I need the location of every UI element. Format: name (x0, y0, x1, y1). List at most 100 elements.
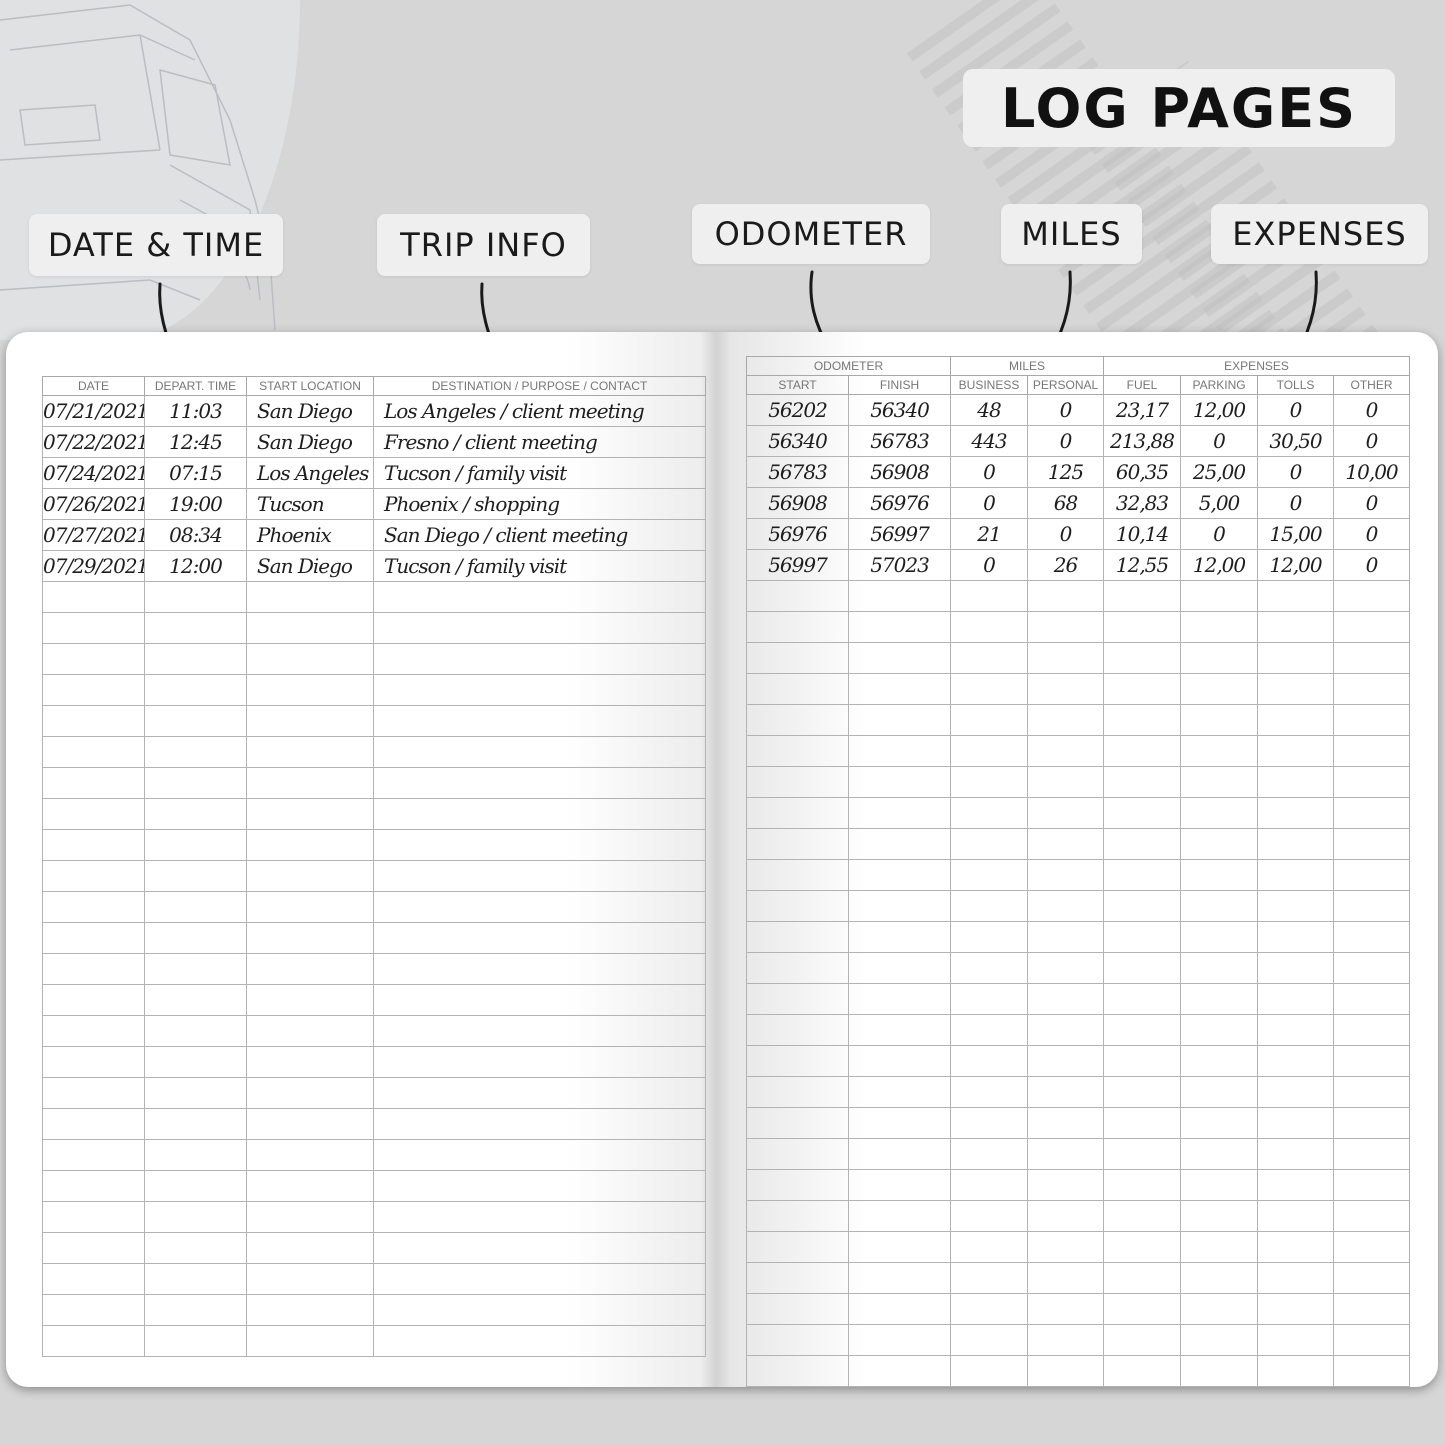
table-row: 07/24/2021 07:15 Los Angeles Tucson / famil… (42, 457, 706, 489)
table-cell (144, 798, 247, 830)
header-date: DATE (42, 376, 145, 396)
table-cell (1103, 642, 1182, 674)
header-start-location: START LOCATION (246, 376, 374, 396)
table-cell (373, 1201, 706, 1233)
table-cell: 0 (1026, 425, 1105, 457)
table-cell (1026, 1231, 1105, 1263)
table-cell (950, 1355, 1028, 1387)
table-cell (1103, 735, 1182, 767)
table-cell (1026, 580, 1105, 612)
table-cell (1333, 1107, 1411, 1139)
table-cell (373, 705, 706, 737)
table-cell (42, 798, 145, 830)
table-row (42, 953, 706, 985)
table-cell (144, 705, 247, 737)
table-row (746, 735, 1411, 767)
table-cell (373, 612, 706, 644)
table-cell (144, 1294, 247, 1326)
table-cell: 0 (1333, 549, 1411, 581)
table-cell (1026, 1076, 1105, 1108)
table-cell (1257, 611, 1335, 643)
table-cell: 26 (1026, 549, 1105, 581)
group-header-odometer: ODOMETER (746, 356, 951, 376)
table-cell: 12:00 (144, 550, 247, 582)
table-cell (246, 1201, 374, 1233)
table-cell (1257, 890, 1335, 922)
table-cell (950, 921, 1028, 953)
table-cell (246, 984, 374, 1016)
table-cell (1180, 1045, 1259, 1077)
table-row (42, 1294, 706, 1326)
table-cell (1026, 1262, 1105, 1294)
table-cell (950, 1262, 1028, 1294)
table-row (746, 1200, 1411, 1232)
table-cell (1333, 797, 1411, 829)
table-cell: Los Angeles / client meeting (373, 395, 706, 427)
table-cell (746, 1324, 849, 1356)
table-row (746, 983, 1411, 1015)
table-cell: 0 (1257, 394, 1335, 426)
table-row (746, 921, 1411, 953)
table-cell (1333, 983, 1411, 1015)
table-row: 07/27/2021 08:34 Phoenix San Diego / client… (42, 519, 706, 551)
table-cell (1103, 1138, 1182, 1170)
table-cell (848, 766, 951, 798)
table-row: 07/29/2021 12:00 San Diego Tucson / family … (42, 550, 706, 582)
table-cell: 68 (1026, 487, 1105, 519)
table-cell (1103, 1355, 1182, 1387)
table-cell: 57023 (848, 549, 951, 581)
table-cell (1257, 766, 1335, 798)
table-cell (144, 643, 247, 675)
table-cell (1257, 983, 1335, 1015)
table-cell (373, 1015, 706, 1047)
table-cell: Tucson (246, 488, 374, 520)
table-cell (848, 1076, 951, 1108)
table-cell: 25,00 (1180, 456, 1259, 488)
table-row (42, 1046, 706, 1078)
table-cell (42, 736, 145, 768)
table-cell (746, 704, 849, 736)
table-cell (1103, 1293, 1182, 1325)
table-cell: 56976 (746, 518, 849, 550)
table-cell (373, 1170, 706, 1202)
table-cell (42, 643, 145, 675)
table-cell (373, 1108, 706, 1140)
table-cell (950, 983, 1028, 1015)
table-cell (848, 642, 951, 674)
table-cell (144, 953, 247, 985)
header-fuel: FUEL (1103, 375, 1182, 395)
table-cell (144, 581, 247, 613)
table-cell (848, 1014, 951, 1046)
table-cell: 08:34 (144, 519, 247, 551)
table-cell (1103, 580, 1182, 612)
table-row (746, 1231, 1411, 1263)
table-cell (1103, 1076, 1182, 1108)
table-cell (144, 891, 247, 923)
trip-log-table: DATE DEPART. TIME START LOCATION DESTINA… (42, 376, 706, 1357)
table-cell: 12,00 (1257, 549, 1335, 581)
table-row: 56202 56340 48 0 23,17 12,00 0 0 (746, 394, 1411, 426)
table-cell: 56908 (746, 487, 849, 519)
table-cell: 0 (1333, 487, 1411, 519)
table-row (746, 580, 1411, 612)
table-cell (746, 1045, 849, 1077)
table-row (42, 1108, 706, 1140)
table-cell (1180, 1293, 1259, 1325)
table-cell (950, 797, 1028, 829)
table-cell (42, 612, 145, 644)
table-cell (746, 983, 849, 1015)
table-row (746, 1014, 1411, 1046)
table-cell (950, 1045, 1028, 1077)
table-cell: 56340 (746, 425, 849, 457)
table-cell (848, 611, 951, 643)
header-depart-time: DEPART. TIME (144, 376, 247, 396)
table-cell (848, 1169, 951, 1201)
table-cell (1103, 611, 1182, 643)
table-cell: 10,00 (1333, 456, 1411, 488)
table-cell (42, 1201, 145, 1233)
table-cell (373, 1077, 706, 1109)
table-row: 56340 56783 443 0 213,88 0 30,50 0 (746, 425, 1411, 457)
table-cell (1180, 1200, 1259, 1232)
table-cell (1103, 828, 1182, 860)
table-cell: 07/21/2021 (42, 395, 145, 427)
